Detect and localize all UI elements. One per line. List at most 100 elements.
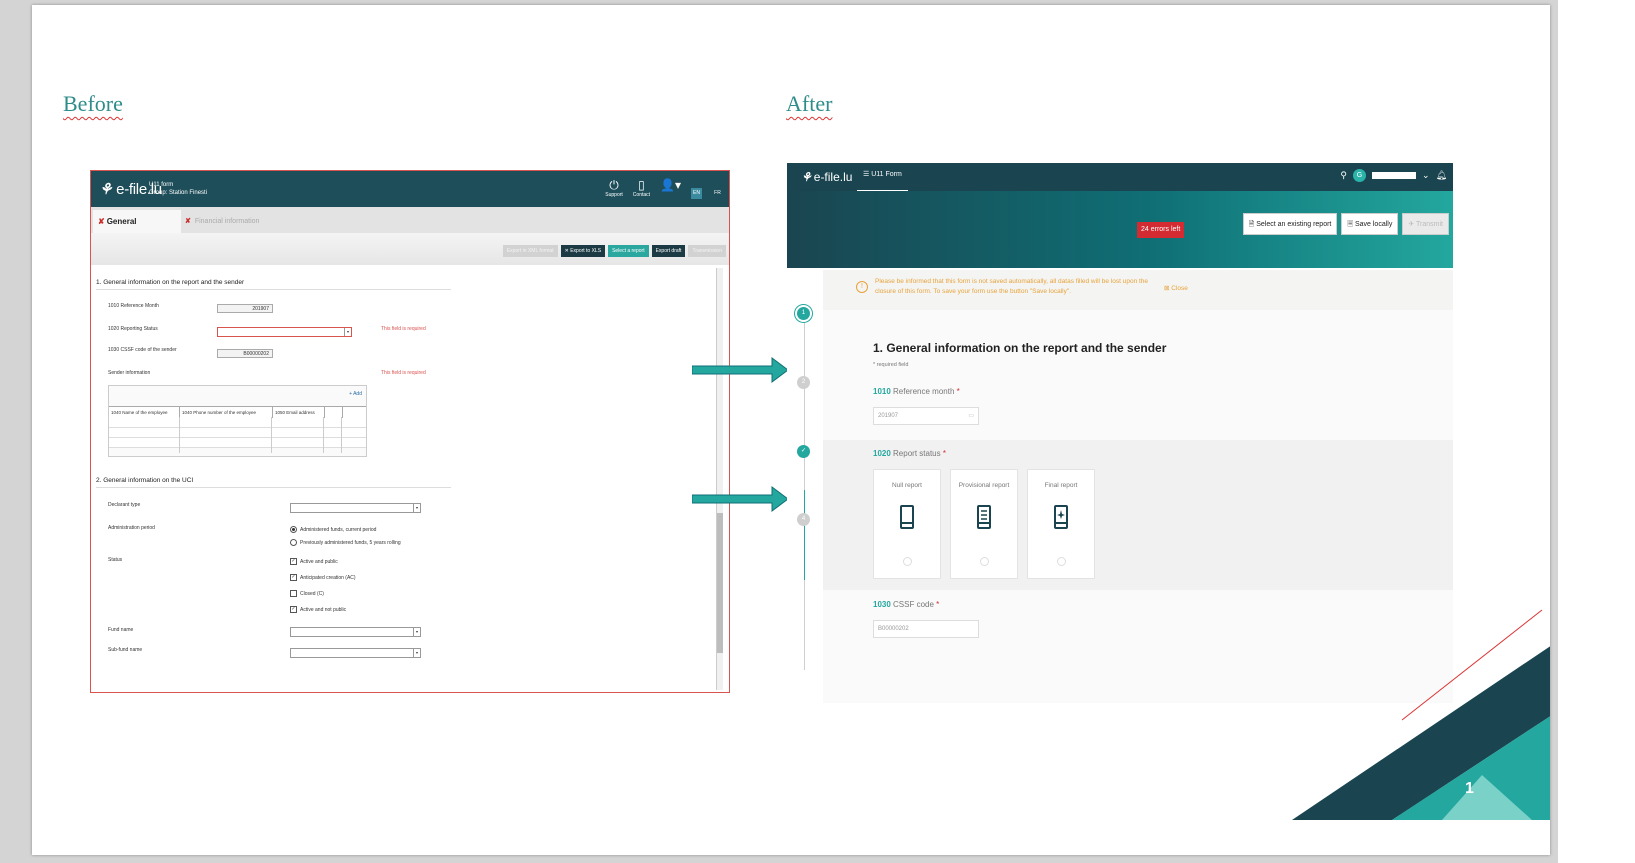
tab-general-information[interactable]: ✘General information <box>93 210 181 249</box>
user-icon: 👤▾ <box>660 178 681 192</box>
step-3[interactable]: ✓ <box>797 445 810 458</box>
help-icon[interactable]: ⚲ <box>1340 170 1347 181</box>
null-report-card[interactable]: Null report <box>873 469 941 579</box>
bell-icon[interactable]: 🔔︎ <box>1436 170 1447 181</box>
before-top-icons: ⏻ Support ▯ Contact 👤▾ EN FR <box>605 178 723 199</box>
errors-badge: 24 errors left <box>1137 222 1185 238</box>
save-icon: 🗏 <box>1347 221 1354 228</box>
step-2[interactable]: 2 <box>797 376 810 389</box>
table-row[interactable] <box>109 428 366 438</box>
checkbox-icon <box>290 590 297 597</box>
column-header: 1040 Phone number of the employee <box>180 407 273 418</box>
status-label: Status <box>108 557 123 563</box>
document-icon: 🗎 <box>1248 221 1255 228</box>
status-checkbox[interactable]: Closed (C) <box>290 590 324 597</box>
status-checkbox[interactable]: ✓ Anticipated creation (AC) <box>290 574 356 581</box>
arrow-right-icon <box>692 357 789 383</box>
chevron-down-icon: ▾ <box>413 649 420 657</box>
step-4[interactable]: 4 <box>797 513 810 526</box>
fund-name-label: Fund name <box>108 627 134 633</box>
stepper: 1 2 ✓ 4 <box>787 307 823 703</box>
before-scrollbar[interactable] <box>716 268 723 690</box>
export-xml-button[interactable]: Export in XML format <box>502 245 558 257</box>
cssf-code-input[interactable]: B00000202 <box>873 620 979 638</box>
select-report-button[interactable]: Select a report <box>608 245 649 257</box>
table-row[interactable] <box>109 438 366 448</box>
contact-button[interactable]: ▯ Contact <box>633 178 650 198</box>
page-title: 1. General information on the report and… <box>873 341 1167 355</box>
ref-month-input[interactable]: 201907 ▭ <box>873 407 979 425</box>
sender-table: + Add 1040 Name of the employee 1040 Pho… <box>108 385 367 457</box>
column-header: 1040 Name of the employee <box>109 407 180 418</box>
support-button[interactable]: ⏻ Support <box>605 178 623 198</box>
admin-period-option[interactable]: Previously administered funds, 5 years r… <box>290 539 401 546</box>
export-xls-button[interactable]: ✕ Export to XLS <box>560 245 606 257</box>
ref-month-label: 1010 Reference Month <box>108 303 159 309</box>
calendar-icon: ▭ <box>968 413 974 419</box>
book-icon <box>900 505 914 529</box>
status-checkbox[interactable]: ✓ Active and not public <box>290 606 346 613</box>
lang-en-button[interactable]: EN <box>691 188 702 199</box>
send-icon: ✈ <box>1408 221 1415 228</box>
status-checkbox[interactable]: ✓ Active and public <box>290 558 338 565</box>
transmit-button[interactable]: ✈ Transmit <box>1402 213 1449 235</box>
column-divider <box>323 417 324 453</box>
after-heading: After <box>786 91 833 116</box>
chevron-down-icon: ▾ <box>413 504 420 512</box>
export-draft-button[interactable]: Export draft <box>651 245 686 257</box>
select-existing-report-button[interactable]: 🗎 Select an existing report <box>1242 213 1338 235</box>
tab-financial-information[interactable]: ✘ Financial information <box>185 210 259 233</box>
phone-icon: ▯ <box>638 178 645 192</box>
after-topbar: ⚘ e-file.lu ☰ U11 Form ⚲ G ⌄ 🔔︎ <box>787 163 1453 192</box>
close-notice-button[interactable]: ⊠ Close <box>1164 284 1188 292</box>
radio-icon <box>980 557 989 566</box>
user-name-redacted[interactable] <box>1372 172 1417 179</box>
excel-icon: ✕ <box>564 248 569 254</box>
logo-mark-icon: ⚘ <box>99 181 113 198</box>
before-topbar: ⚘ e-file.lu U11 form Group: Station Fines… <box>91 171 729 207</box>
ref-month-input[interactable]: 201907 <box>217 304 273 313</box>
subfund-name-select[interactable]: ▾ <box>290 648 421 658</box>
before-form-info: U11 form Group: Station Finesti <box>149 181 207 197</box>
error-x-icon: ✘ <box>185 218 191 225</box>
after-user-area: ⚲ G ⌄ 🔔︎ <box>1340 169 1447 182</box>
menu-icon: ☰ <box>863 171 870 178</box>
tab-u11-form[interactable]: ☰ U11 Form <box>857 163 908 192</box>
close-icon: ⊠ <box>1164 285 1170 292</box>
after-logo[interactable]: ⚘ e-file.lu <box>801 170 852 184</box>
chevron-down-icon[interactable]: ⌄ <box>1422 170 1430 181</box>
add-employee-button[interactable]: + Add <box>349 391 362 397</box>
transmission-button[interactable]: Transmission <box>688 245 726 257</box>
table-row[interactable] <box>109 418 366 428</box>
slide: Before After ⚘ e-file.lu U11 form Group: … <box>32 5 1550 855</box>
save-notice: ! Please be informed that this form is n… <box>823 270 1453 311</box>
declarant-type-select[interactable]: ▾ <box>290 503 421 513</box>
column-divider <box>179 417 180 453</box>
avatar[interactable]: G <box>1353 169 1367 182</box>
checkbox-checked-icon: ✓ <box>290 574 297 581</box>
save-locally-button[interactable]: 🗏 Save locally <box>1341 213 1399 235</box>
admin-period-option[interactable]: Administered funds, current period <box>290 526 376 533</box>
final-report-card[interactable]: Final report <box>1027 469 1095 579</box>
radio-icon <box>1057 557 1066 566</box>
column-divider <box>271 417 272 453</box>
before-screenshot: ⚘ e-file.lu U11 form Group: Station Fines… <box>90 170 730 693</box>
cssf-code-input[interactable]: B00000202 <box>217 349 273 358</box>
step-1[interactable]: 1 <box>797 307 810 320</box>
required-note: * required field <box>873 362 909 368</box>
fund-name-select[interactable]: ▾ <box>290 627 421 637</box>
before-toolbar: Export in XML format ✕ Export to XLS Sel… <box>502 245 726 257</box>
book-sparkle-icon <box>1054 505 1068 529</box>
column-divider <box>341 417 342 453</box>
lang-fr-button[interactable]: FR <box>712 188 723 199</box>
book-lines-icon <box>977 505 991 529</box>
group-name: Group: Station Finesti <box>149 190 208 196</box>
reporting-status-select[interactable]: ▾ <box>217 327 352 337</box>
report-status-label: 1020 Report status * <box>873 449 946 458</box>
user-menu[interactable]: 👤▾ <box>660 178 681 192</box>
radio-icon <box>290 539 297 546</box>
scrollbar-thumb[interactable] <box>717 513 723 653</box>
before-heading: Before <box>63 91 123 116</box>
provisional-report-card[interactable]: Provisional report <box>950 469 1018 579</box>
warning-icon: ! <box>856 281 868 293</box>
